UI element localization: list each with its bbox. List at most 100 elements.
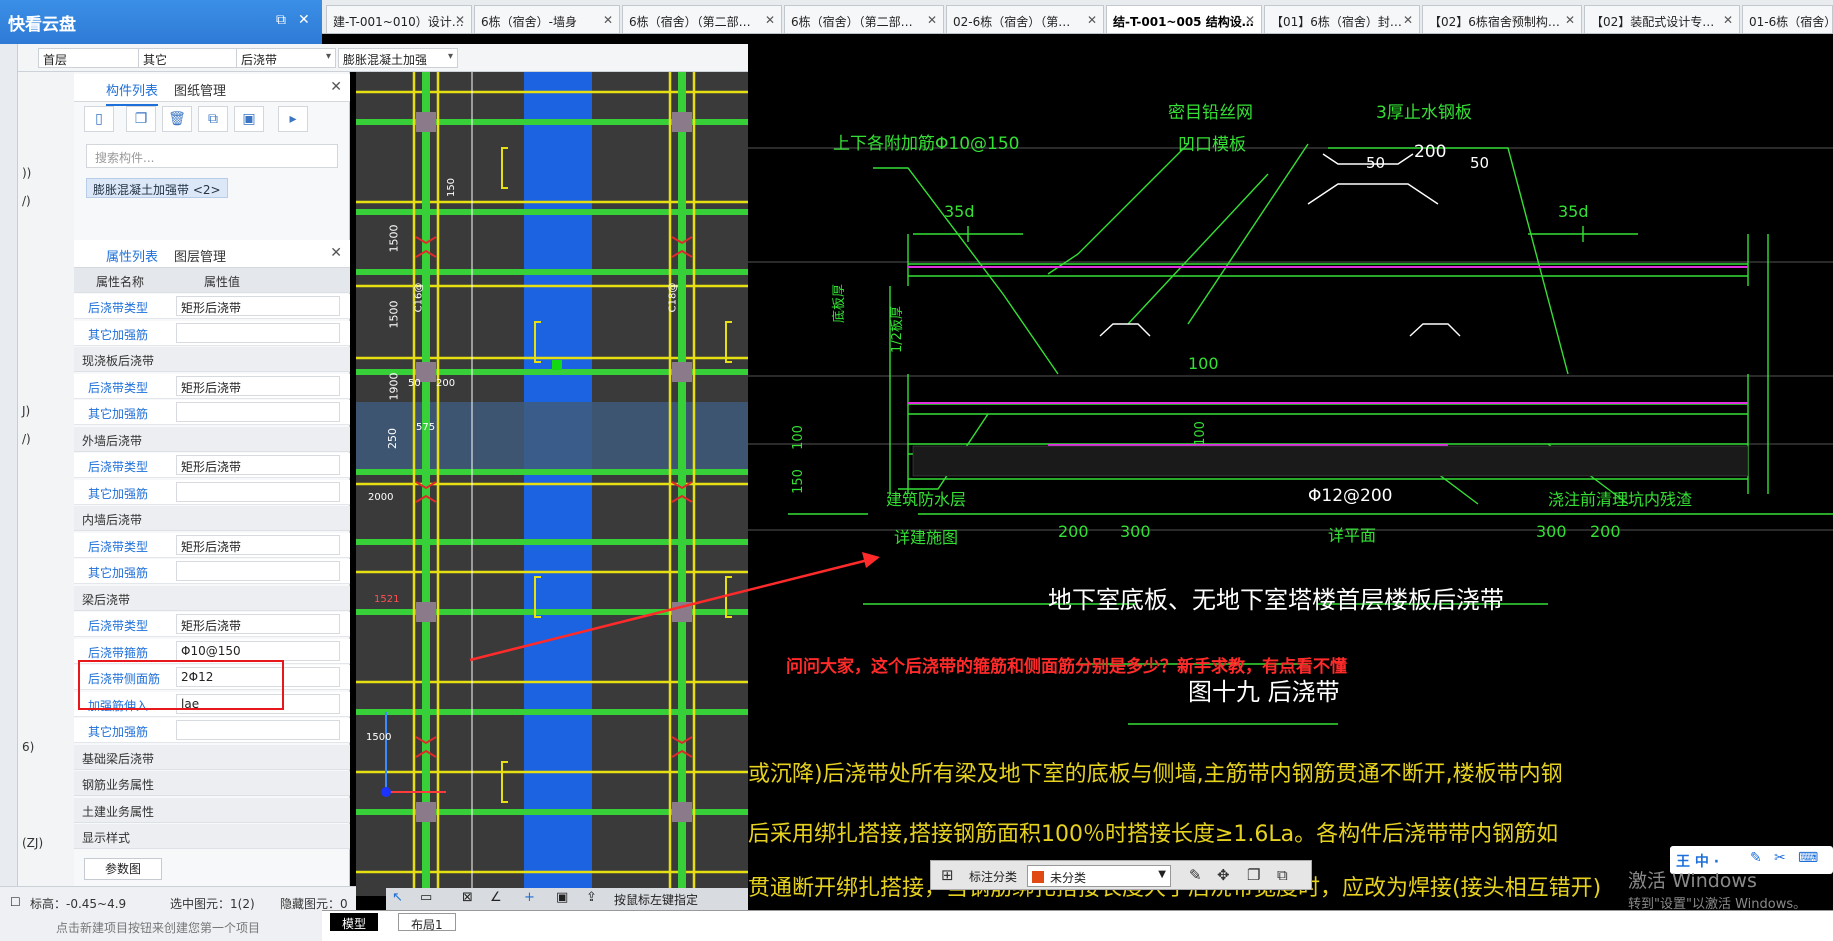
layer-item[interactable]: (ZJ) <box>22 836 43 850</box>
close-icon[interactable]: ✕ <box>1565 13 1575 27</box>
doc-tab[interactable]: 6栋（宿舍）（第二部… ✕ <box>784 5 944 33</box>
floor-select[interactable]: 首层 <box>38 48 154 68</box>
layer-item[interactable]: J) <box>22 404 30 418</box>
paste-icon[interactable]: ⧉ <box>1277 866 1288 884</box>
property-group-row[interactable]: 基础梁后浇带 <box>74 744 350 770</box>
tab-drawing-manage[interactable]: 图纸管理 <box>174 80 226 99</box>
property-value[interactable]: Φ10@150 <box>176 640 340 661</box>
category-select[interactable]: 其它 <box>138 48 250 68</box>
cross-select-icon[interactable]: ⊠ <box>462 890 473 905</box>
cad-detail-view[interactable]: 上下各附加筋Φ10@150 密目铅丝网 凹口模板 3厚止水钢板 50 200 5… <box>748 34 1833 904</box>
close-icon[interactable]: ✕ <box>455 13 465 27</box>
cad-label: 1/2板厚 <box>889 306 905 353</box>
grid-icon[interactable]: ⊞ <box>941 866 954 884</box>
property-group-row[interactable]: 内墙后浇带 <box>74 506 350 531</box>
component-item[interactable]: 膨胀混凝土加强带 <2> <box>86 178 228 198</box>
floor-select-value: 首层 <box>43 53 68 67</box>
close-icon[interactable]: ✕ <box>927 13 937 27</box>
property-value[interactable] <box>176 720 340 740</box>
close-icon[interactable]: ✕ <box>1723 13 1733 27</box>
move-icon[interactable]: ✥ <box>1217 866 1230 884</box>
property-value[interactable] <box>176 561 340 581</box>
property-value[interactable] <box>176 322 340 343</box>
copy-icon[interactable]: ❐ <box>126 106 156 132</box>
line-icon[interactable]: ∠ <box>490 890 502 905</box>
close-icon[interactable]: ✕ <box>1403 13 1413 27</box>
property-value[interactable]: 矩形后浇带 <box>176 296 340 316</box>
tools-icon[interactable]: ✂ <box>1774 850 1786 866</box>
property-group-label: 梁后浇带 <box>82 592 131 607</box>
property-value[interactable]: 矩形后浇带 <box>176 614 340 634</box>
doc-tab[interactable]: 【02】装配式设计专… ✕ <box>1584 5 1740 33</box>
edit-icon[interactable]: ✎ <box>1189 866 1202 884</box>
duplicate-icon[interactable]: ⧉ <box>198 106 228 132</box>
keyboard-icon[interactable]: ⌨ <box>1798 850 1818 866</box>
property-group-label: 现浇板后浇带 <box>82 354 155 368</box>
property-group-row[interactable]: 梁后浇带 <box>74 585 350 611</box>
dim-label: 50 <box>408 378 421 389</box>
component-select[interactable]: 膨胀混凝土加强 <box>338 48 458 68</box>
property-value[interactable]: 矩形后浇带 <box>176 455 340 475</box>
property-value[interactable]: 矩形后浇带 <box>176 375 340 396</box>
property-group-row[interactable]: 现浇板后浇带 <box>74 347 350 372</box>
restore-icon[interactable]: ⧉ <box>276 12 286 28</box>
select-icon[interactable]: ↖ <box>392 890 403 905</box>
tab-property-list[interactable]: 属性列表 <box>106 246 159 272</box>
close-icon[interactable]: ✕ <box>1245 13 1255 27</box>
layer-copy-icon[interactable]: ▣ <box>234 106 264 132</box>
layer-item[interactable]: /) <box>22 432 31 446</box>
cad-label: 35d <box>1558 202 1589 221</box>
type-select-value: 后浇带 <box>241 53 278 67</box>
close-icon[interactable]: ✕ <box>603 13 613 27</box>
doc-tab-active[interactable]: 结-T-001~005 结构设… ✕ <box>1106 5 1262 33</box>
tab-layer-manage[interactable]: 图层管理 <box>174 246 226 265</box>
doc-tab[interactable]: 建-T-001~010）设计… ✕ <box>326 5 472 33</box>
tab-model[interactable]: 模型 <box>330 913 379 931</box>
close-icon[interactable]: ✕ <box>330 245 342 261</box>
cad-label: 浇注前清理坑内残渣 <box>1548 490 1693 509</box>
close-icon[interactable]: ✕ <box>765 13 775 27</box>
doc-tab[interactable]: 【02】6栋宿舍预制构… ✕ <box>1422 5 1582 33</box>
property-group-row[interactable]: 土建业务属性 <box>74 797 350 823</box>
param-diagram-button[interactable]: 参数图 <box>84 858 162 880</box>
doc-tab[interactable]: 01-6栋（宿舍） <box>1742 5 1833 33</box>
app-title: 快看云盘 <box>8 15 76 35</box>
doc-tab[interactable]: 【01】6栋（宿舍）封… ✕ <box>1264 5 1420 33</box>
more-icon[interactable]: ▸ <box>278 106 308 132</box>
component-search-input[interactable]: 搜索构件... <box>86 144 338 168</box>
property-group-label: 内墙后浇带 <box>82 513 143 527</box>
screenshot-icon[interactable]: ▣ <box>556 890 568 905</box>
tab-component-list[interactable]: 构件列表 <box>106 80 159 106</box>
type-select[interactable]: 后浇带 <box>236 48 336 68</box>
property-group-row[interactable]: 显示样式 <box>74 824 350 849</box>
property-group-row[interactable]: 外墙后浇带 <box>74 426 350 452</box>
copy-icon[interactable]: ❐ <box>1247 866 1260 884</box>
layer-item[interactable]: 6) <box>22 740 34 754</box>
property-group-row[interactable]: 钢筋业务属性 <box>74 771 350 796</box>
doc-tab[interactable]: 02-6栋（宿舍）（第… ✕ <box>946 5 1104 33</box>
property-value[interactable] <box>176 402 340 422</box>
dim-label: 575 <box>416 422 436 433</box>
pen-icon[interactable]: ✎ <box>1750 850 1762 866</box>
status-bar: ☐ 标高：-0.45~4.9 选中图元：1(2) 隐藏图元：0 点击新建项目按钮… <box>0 886 356 941</box>
doc-tab[interactable]: 6栋（宿舍）-墙身 ✕ <box>474 5 620 33</box>
property-tabs: 属性列表 图层管理 ✕ <box>74 240 350 272</box>
close-icon[interactable]: ✕ <box>330 79 342 95</box>
tab-layout1[interactable]: 布局1 <box>398 913 456 932</box>
add-point-icon[interactable]: + <box>524 890 535 905</box>
export-icon[interactable]: ⇪ <box>586 890 597 905</box>
layer-item[interactable]: /) <box>22 194 31 208</box>
window-select-icon[interactable]: ▭ <box>420 890 432 905</box>
property-value[interactable] <box>176 481 340 502</box>
plan-drawing-view[interactable]: 1500 1500 1900 250 2000 1500 50 200 C16@… <box>356 72 748 896</box>
doc-tab[interactable]: 6栋（宿舍）（第二部… ✕ <box>622 5 782 33</box>
delete-icon[interactable]: 🗑 <box>162 106 192 132</box>
new-component-icon[interactable]: ▯ <box>84 106 114 132</box>
layer-item[interactable]: )) <box>22 166 31 180</box>
category-dropdown[interactable]: 未分类 ▼ <box>1027 865 1171 887</box>
close-icon[interactable]: ✕ <box>298 12 310 28</box>
property-value[interactable]: 矩形后浇带 <box>176 534 340 555</box>
close-icon[interactable]: ✕ <box>1087 13 1097 27</box>
dim-label: 1500 <box>387 224 401 253</box>
checkbox[interactable]: ☐ <box>10 895 21 909</box>
